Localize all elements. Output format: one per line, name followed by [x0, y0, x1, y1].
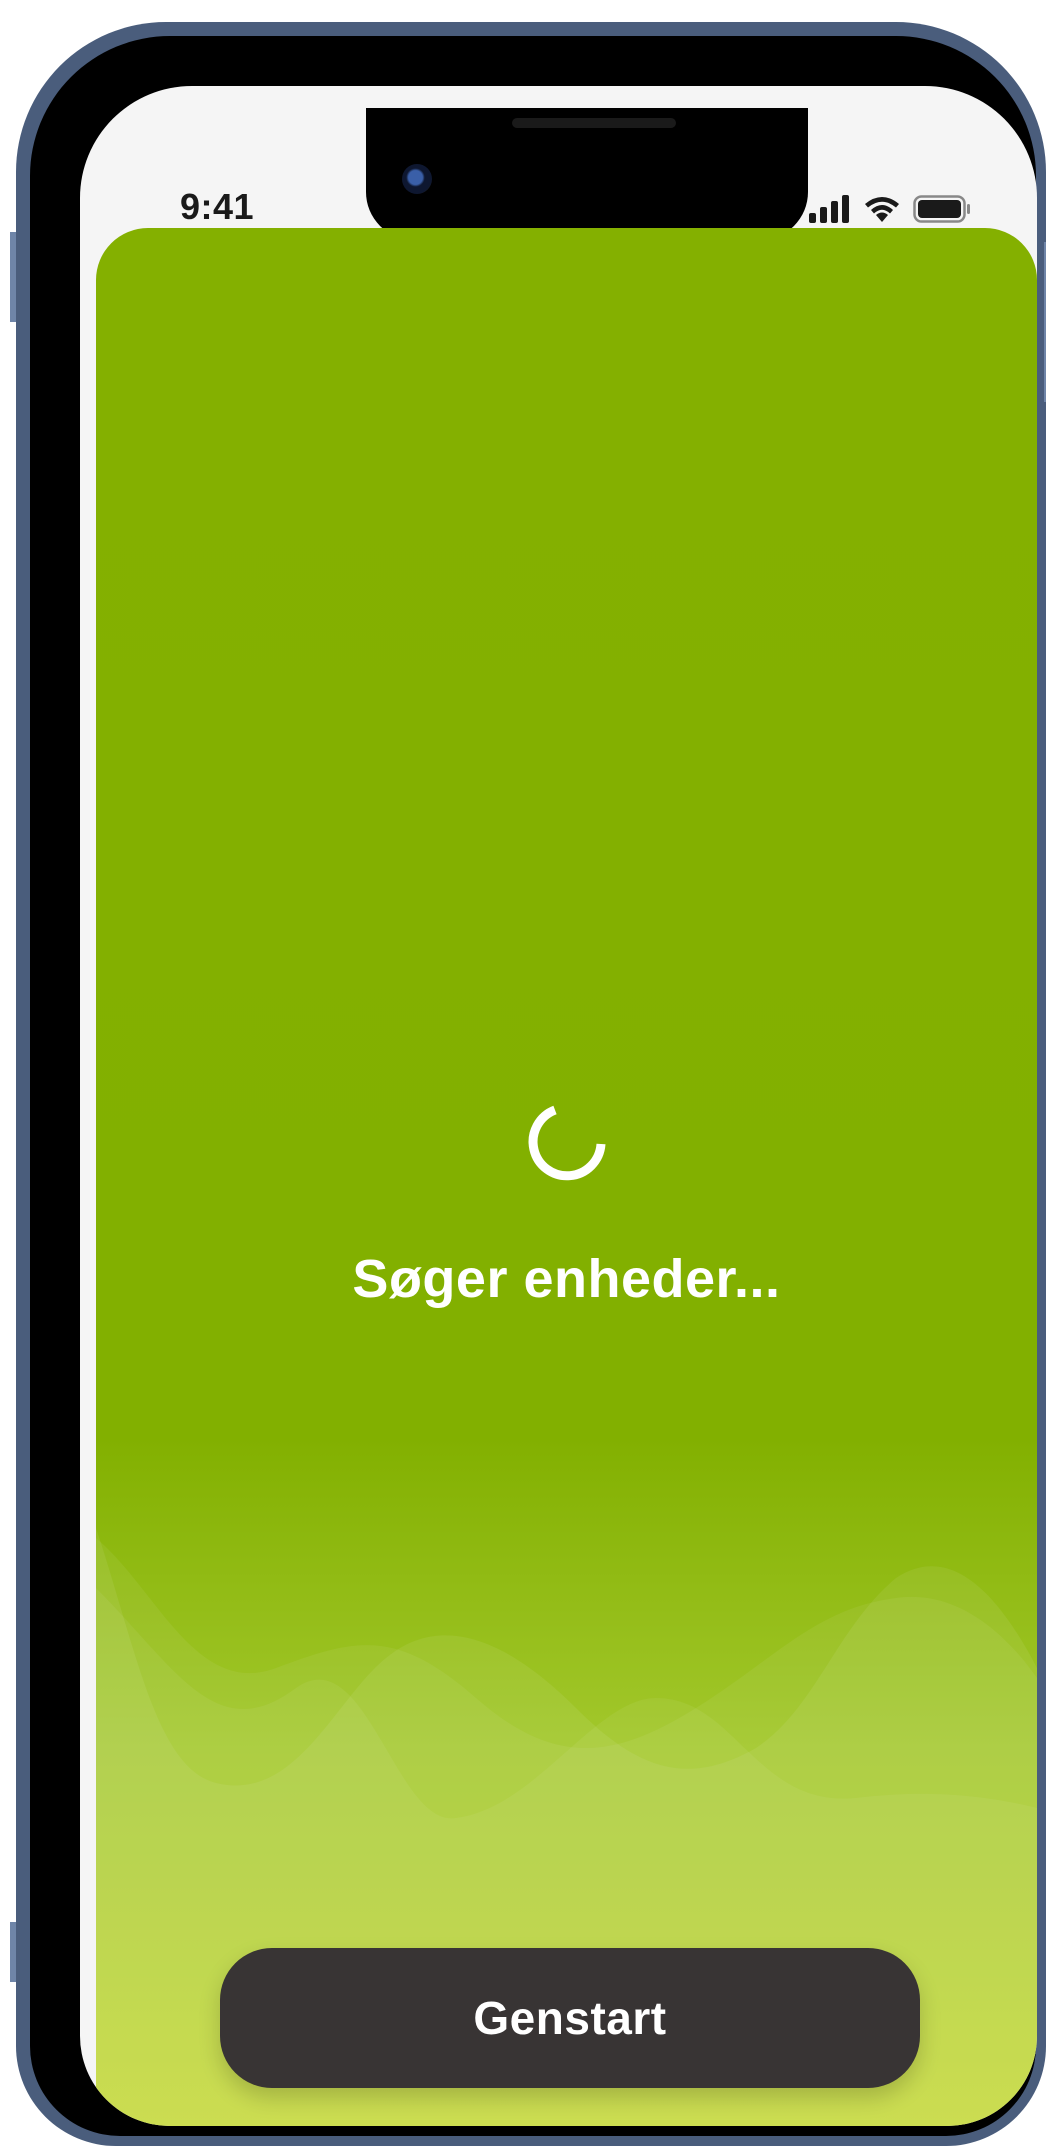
- signal-bars-icon: [809, 195, 849, 223]
- restart-button[interactable]: Genstart: [220, 1948, 920, 2088]
- screen: 9:41 Søger enheder... Genstart: [80, 86, 1037, 2126]
- scan-card: Søger enheder... Genstart: [96, 228, 1037, 2126]
- phone-frame: 9:41 Søger enheder... Genstart: [10, 22, 1046, 2146]
- battery-icon: [913, 195, 970, 223]
- wifi-icon: [865, 197, 899, 222]
- status-time: 9:41: [180, 186, 255, 227]
- camera-icon: [402, 164, 432, 194]
- speaker: [512, 118, 676, 128]
- side-button: [10, 1922, 16, 1982]
- notch: [366, 108, 808, 240]
- side-button: [10, 232, 16, 322]
- searching-devices-message: Søger enheder...: [352, 1249, 781, 1309]
- phone-bezel: 9:41 Søger enheder... Genstart: [30, 36, 1037, 2136]
- status-icons: [809, 194, 971, 224]
- loading-spinner-icon: [528, 1105, 606, 1181]
